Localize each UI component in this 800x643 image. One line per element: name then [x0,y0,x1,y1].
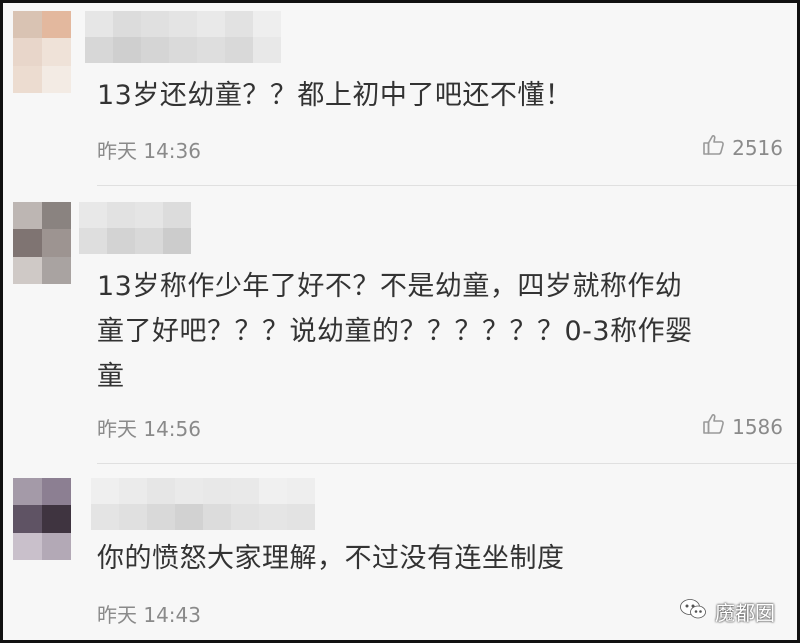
avatar[interactable] [13,202,71,285]
username-mosaic-tile [169,11,197,37]
comment-item: 你的愤怒大家理解，不过没有连坐制度 昨天 14:43 [3,464,797,640]
avatar-mosaic-tile [42,532,71,561]
username-mosaic-tile [225,37,253,63]
thumbs-up-icon [702,133,726,162]
wechat-icon [679,597,707,626]
avatar-mosaic-tile [13,229,42,257]
comment-list: 13岁还幼童？？都上初中了吧还不懂！ 昨天 14:36 2516 13岁称作少年… [0,0,800,643]
username[interactable] [85,11,281,63]
avatar-mosaic-tile [42,256,71,285]
username-mosaic-tile [259,478,287,504]
username-mosaic-tile [163,228,191,254]
username-mosaic-tile [225,11,253,37]
username-mosaic-tile [107,202,135,228]
avatar-mosaic-tile [42,478,71,506]
watermark-text: 魔都囡 [715,601,775,625]
avatar-mosaic-tile [13,65,42,94]
username-mosaic-tile [85,37,113,63]
username[interactable] [79,202,191,254]
username-mosaic-tile [141,11,169,37]
username-mosaic-tile [119,504,147,530]
avatar-mosaic-tile [42,505,71,533]
comment-text: 你的愤怒大家理解，不过没有连坐制度 [97,543,565,574]
username-mosaic-tile [231,504,259,530]
username-mosaic-tile [85,11,113,37]
avatar-mosaic-tile [13,38,42,66]
username-mosaic-tile [147,504,175,530]
username-mosaic-tile [113,11,141,37]
username-mosaic-tile [141,37,169,63]
comment-item: 13岁还幼童？？都上初中了吧还不懂！ 昨天 14:36 2516 [3,3,797,186]
username-mosaic-tile [287,504,315,530]
username-mosaic-tile [135,202,163,228]
username-mosaic-tile [135,228,163,254]
like-button[interactable]: 1586 [702,412,783,441]
username-mosaic-tile [287,478,315,504]
username-mosaic-tile [113,37,141,63]
comment-item: 13岁称作少年了好不？不是幼童，四岁就称作幼 童了好吧？？？说幼童的？？？？？？… [3,186,797,464]
username-mosaic-tile [231,478,259,504]
comment-time: 昨天 14:36 [97,139,201,163]
username-mosaic-tile [169,37,197,63]
avatar-mosaic-tile [13,505,42,533]
avatar-mosaic-tile [13,202,42,230]
username-mosaic-tile [253,11,281,37]
avatar-mosaic-tile [13,256,42,285]
comment-time: 昨天 14:56 [97,417,201,441]
username-mosaic-tile [79,228,107,254]
avatar-mosaic-tile [13,11,42,39]
avatar-mosaic-tile [42,65,71,94]
username-mosaic-tile [175,478,203,504]
username-mosaic-tile [203,504,231,530]
username-mosaic-tile [119,478,147,504]
like-count: 1586 [732,414,783,439]
avatar[interactable] [13,11,71,94]
comment-text: 13岁还幼童？？都上初中了吧还不懂！ [97,80,573,111]
username-mosaic-tile [197,11,225,37]
avatar-mosaic-tile [42,229,71,257]
username-mosaic-tile [253,37,281,63]
username-mosaic-tile [91,478,119,504]
username-mosaic-tile [79,202,107,228]
username-mosaic-tile [147,478,175,504]
like-button[interactable]: 2516 [702,133,783,162]
comment-text: 13岁称作少年了好不？不是幼童，四岁就称作幼 童了好吧？？？说幼童的？？？？？？… [97,271,693,392]
username-mosaic-tile [175,504,203,530]
username-mosaic-tile [91,504,119,530]
username-mosaic-tile [203,478,231,504]
username-mosaic-tile [197,37,225,63]
avatar-mosaic-tile [42,11,71,39]
avatar-mosaic-tile [42,38,71,66]
username-mosaic-tile [163,202,191,228]
comment-time: 昨天 14:43 [97,603,201,627]
thumbs-up-icon [702,412,726,441]
username[interactable] [91,478,315,530]
username-mosaic-tile [107,228,135,254]
username-mosaic-tile [259,504,287,530]
avatar-mosaic-tile [13,478,42,506]
like-count: 2516 [732,135,783,160]
avatar-mosaic-tile [13,532,42,561]
watermark: 魔都囡 [679,597,775,626]
avatar-mosaic-tile [42,202,71,230]
avatar[interactable] [13,478,71,561]
